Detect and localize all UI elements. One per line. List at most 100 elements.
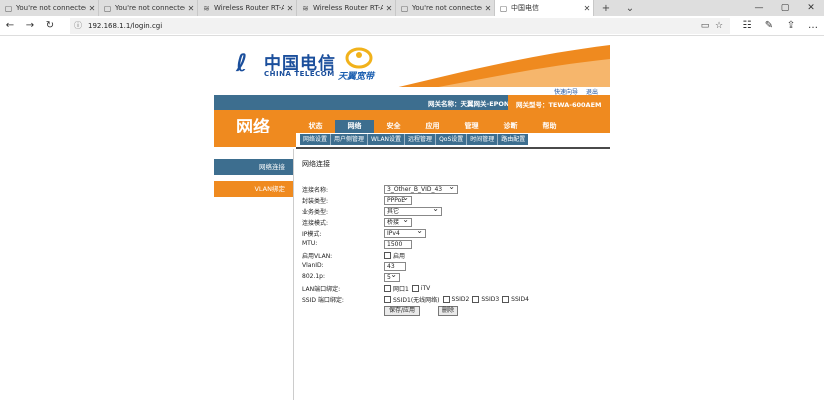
favorite-star-icon[interactable]: ☆ — [712, 21, 726, 31]
minimize-icon[interactable]: — — [746, 0, 772, 16]
close-window-icon[interactable]: ✕ — [798, 0, 824, 16]
form-title: 网络连接 — [302, 160, 330, 168]
more-icon[interactable]: … — [802, 16, 824, 36]
tab-status[interactable]: 状态 — [296, 120, 335, 133]
address-bar[interactable]: ⓘ 192.168.1.1/login.cgi ▭ ☆ — [70, 17, 730, 34]
ssid4-checkbox[interactable] — [502, 295, 510, 303]
submenu-network-settings[interactable]: 网络设置 — [300, 134, 332, 145]
browser-actions: ☷ ✎ ⇪ … — [736, 16, 824, 36]
lan1-checkbox[interactable] — [384, 284, 391, 292]
wifi-icon: ≋ — [203, 3, 210, 13]
tab-help[interactable]: 帮助 — [530, 120, 569, 133]
subnav-left-block — [214, 133, 296, 147]
close-tab-icon[interactable]: ✕ — [383, 4, 395, 13]
close-tab-icon[interactable]: ✕ — [185, 4, 197, 13]
tab-diagnosis[interactable]: 诊断 — [491, 120, 530, 133]
ssid2-checkbox[interactable] — [442, 295, 450, 303]
page-icon: ▢ — [499, 3, 508, 13]
submenu-time[interactable]: 时间管理 — [467, 134, 499, 145]
browser-tab-3[interactable]: ≋ Wireless Router RT-AC66U_ ✕ — [198, 0, 297, 16]
save-apply-button[interactable]: 保存/应用 — [384, 306, 420, 316]
tab-list-chevron-icon[interactable]: ⌄ — [618, 0, 642, 16]
address-url[interactable]: 192.168.1.1/login.cgi — [88, 22, 698, 30]
reading-view-icon[interactable]: ▭ — [698, 21, 712, 31]
ssid1-checkbox[interactable] — [384, 295, 391, 303]
submenu-qos[interactable]: QoS设置 — [436, 134, 468, 145]
sidebar-item-vlan-binding[interactable]: VLAN绑定 — [214, 181, 293, 197]
label-mtu: MTU: — [302, 240, 318, 247]
new-tab-button[interactable]: + — [594, 0, 618, 16]
share-icon[interactable]: ⇪ — [780, 16, 802, 36]
control-wrap: 启用 — [384, 250, 408, 260]
pen-icon[interactable]: ✎ — [758, 16, 780, 36]
control-wrap: PPPoE — [384, 195, 412, 205]
info-icon[interactable]: ⓘ — [74, 20, 84, 31]
browser-tab-5[interactable]: ▢ You're not connected ✕ — [396, 0, 495, 16]
maximize-icon[interactable]: ▢ — [772, 0, 798, 16]
gateway-name: 网关名称：天翼网关-EPON — [428, 100, 510, 108]
delete-button[interactable]: 删除 — [438, 306, 458, 316]
connection-mode-select[interactable]: 桥接 — [384, 217, 412, 227]
close-tab-icon[interactable]: ✕ — [284, 4, 296, 13]
vlan-id-input[interactable]: 43 — [384, 261, 406, 271]
label-ssid-binding: SSID 端口绑定: — [302, 297, 344, 304]
ip-mode-select[interactable]: IPv4 — [384, 228, 426, 238]
connection-name-select[interactable]: 3_Other_B_VID_43 — [384, 184, 458, 194]
itv-option: iTV — [420, 284, 431, 292]
page-icon: ▢ — [400, 3, 409, 13]
browser-tab-2[interactable]: ▢ You're not connected ✕ — [99, 0, 198, 16]
8021p-select[interactable]: 5 — [384, 272, 400, 282]
ssid1-option: SSID1(无线网络) — [393, 296, 440, 304]
tab-label: You're not connected — [115, 4, 185, 12]
label-connection-name: 连接名称: — [302, 187, 329, 194]
control-wrap: 其它 — [384, 206, 442, 216]
tab-label: Wireless Router RT-AC66U_ — [214, 4, 284, 12]
browser-tab-4[interactable]: ≋ Wireless Router RT-AC66U_ ✕ — [297, 0, 396, 16]
tabbar-spacer — [642, 0, 746, 16]
sidebar: 网络连接 VLAN绑定 — [214, 149, 296, 400]
submenu-wlan[interactable]: WLAN设置 — [368, 134, 406, 145]
control-wrap: IPv4 — [384, 228, 426, 238]
tab-application[interactable]: 应用 — [413, 120, 452, 133]
browser-tab-6[interactable]: ▢ 中国电信 ✕ — [495, 0, 594, 16]
ssid3-checkbox[interactable] — [472, 295, 480, 303]
label-8021p: 802.1p: — [302, 273, 326, 280]
browser-tab-1[interactable]: ▢ You're not connected ✕ — [0, 0, 99, 16]
label-service-type: 业务类型: — [302, 209, 329, 216]
submenu-remote[interactable]: 远程管理 — [405, 134, 437, 145]
submenu-user-side[interactable]: 用户侧管理 — [331, 134, 369, 145]
china-telecom-logo-icon: ℓ — [236, 49, 248, 77]
mtu-input[interactable]: 1500 — [384, 239, 412, 249]
close-tab-icon[interactable]: ✕ — [482, 4, 494, 13]
forward-arrow-icon[interactable]: → — [20, 16, 40, 36]
favorites-list-icon[interactable]: ☷ — [736, 16, 758, 36]
close-tab-icon[interactable]: ✕ — [86, 4, 98, 13]
control-wrap: SSID1(无线网络) SSID2 SSID3 SSID4 — [384, 294, 532, 304]
row-buttons: 保存/应用 删除 — [302, 306, 602, 316]
tab-management[interactable]: 管理 — [452, 120, 491, 133]
enable-vlan-option: 启用 — [393, 252, 406, 260]
header-links: 快速向导 退出 — [214, 87, 610, 96]
enable-vlan-checkbox[interactable] — [384, 251, 391, 259]
wifi-icon: ≋ — [302, 3, 309, 13]
encapsulation-select[interactable]: PPPoE — [384, 195, 412, 205]
refresh-icon[interactable]: ↻ — [40, 16, 60, 36]
label-ip-mode: IP模式: — [302, 231, 322, 238]
label-vlan-id: VlanID: — [302, 262, 324, 269]
sidebar-item-network-connection[interactable]: 网络连接 — [214, 159, 293, 175]
submenu-routing[interactable]: 路由配置 — [498, 134, 528, 145]
service-type-select[interactable]: 其它 — [384, 206, 442, 216]
label-enable-vlan: 启用VLAN: — [302, 253, 333, 260]
back-arrow-icon[interactable]: ← — [0, 16, 20, 36]
sub-menu: 网络设置 用户侧管理 WLAN设置 远程管理 QoS设置 时间管理 路由配置 — [300, 134, 529, 145]
gateway-info-bar: 网关名称：天翼网关-EPON 网关型号：TEWA-600AEM — [214, 95, 610, 110]
close-tab-icon[interactable]: ✕ — [581, 4, 593, 13]
label-lan-binding: LAN端口绑定: — [302, 286, 341, 293]
ssid4-option: SSID4 — [511, 295, 529, 303]
content-top-border — [296, 147, 610, 149]
tab-network[interactable]: 网络 — [335, 120, 374, 133]
control-wrap: 5 — [384, 272, 400, 282]
label-connection-mode: 连接模式: — [302, 220, 329, 227]
itv-checkbox[interactable] — [411, 284, 419, 292]
tab-security[interactable]: 安全 — [374, 120, 413, 133]
